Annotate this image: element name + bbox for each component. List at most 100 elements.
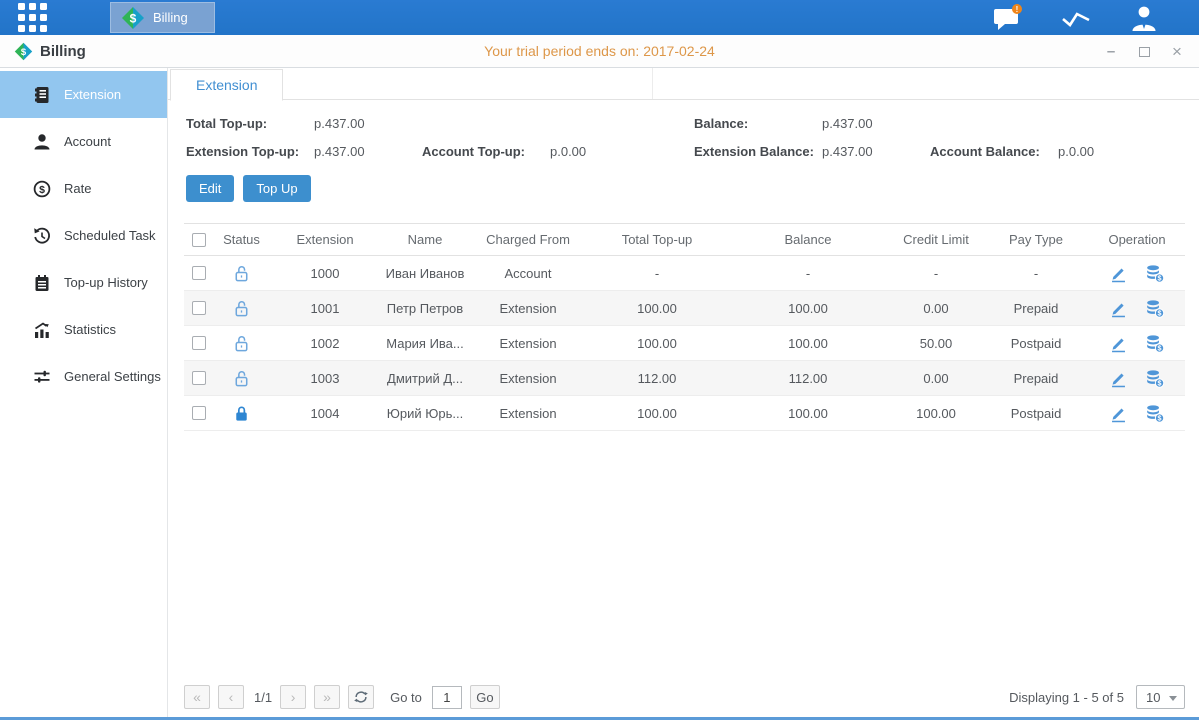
svg-text:$: $: [21, 47, 27, 58]
top-up-row-icon[interactable]: $: [1144, 404, 1165, 423]
row-checkbox[interactable]: [192, 406, 206, 420]
refresh-icon: [354, 690, 368, 704]
col-credit-limit: Credit Limit: [889, 224, 983, 255]
cell-pay-type: Postpaid: [983, 396, 1089, 430]
page-indicator: 1/1: [254, 690, 272, 705]
window-title-group: $ Billing: [0, 42, 86, 61]
sidebar-item-label: Scheduled Task: [64, 228, 156, 243]
billing-window-icon: $: [14, 42, 33, 61]
lock-open-icon[interactable]: [232, 369, 251, 388]
topup-history-ledger-icon: [33, 274, 51, 292]
row-checkbox[interactable]: [192, 336, 206, 350]
account-topup-label: Account Top-up:: [422, 144, 550, 159]
edit-row-icon[interactable]: [1109, 334, 1128, 353]
cell-charged-from: Extension: [469, 361, 587, 395]
first-page-button[interactable]: «: [184, 685, 210, 709]
maximize-button[interactable]: [1136, 44, 1152, 60]
sidebar-item-label: Top-up History: [64, 275, 148, 290]
cell-charged-from: Extension: [469, 326, 587, 360]
top-up-row-icon[interactable]: $: [1144, 299, 1165, 318]
cell-name: Мария Ива...: [381, 326, 469, 360]
row-checkbox[interactable]: [192, 266, 206, 280]
cell-name: Петр Петров: [381, 291, 469, 325]
cell-balance: -: [727, 256, 889, 290]
sidebar-item-account[interactable]: Account: [0, 118, 167, 165]
billing-diamond-icon: $: [121, 6, 145, 30]
next-page-button[interactable]: ›: [280, 685, 306, 709]
lock-open-icon[interactable]: [232, 264, 251, 283]
last-page-button[interactable]: »: [314, 685, 340, 709]
col-name: Name: [381, 224, 469, 255]
cell-total-topup: 100.00: [587, 326, 727, 360]
page-size-select[interactable]: 10: [1136, 685, 1185, 709]
table-row[interactable]: 1002 Мария Ива... Extension 100.00 100.0…: [184, 326, 1185, 361]
minimize-button[interactable]: –: [1103, 44, 1119, 60]
top-up-row-icon[interactable]: $: [1144, 264, 1165, 283]
sidebar-item-topup-history[interactable]: Top-up History: [0, 259, 167, 306]
notification-badge: !: [1016, 5, 1019, 14]
prev-page-button[interactable]: ‹: [218, 685, 244, 709]
toolbar: Edit Top Up: [186, 175, 1199, 202]
cell-credit-limit: 0.00: [889, 291, 983, 325]
taskbar-app-label: Billing: [153, 10, 188, 25]
lock-closed-icon[interactable]: [232, 404, 251, 423]
balance-value: p.437.00: [822, 116, 930, 131]
cell-extension: 1004: [269, 396, 381, 430]
tab-extension[interactable]: Extension: [170, 69, 283, 101]
maximize-glyph: [1139, 47, 1150, 57]
messages-icon[interactable]: !: [991, 3, 1025, 33]
cell-pay-type: Postpaid: [983, 326, 1089, 360]
select-all-checkbox[interactable]: [192, 233, 206, 247]
extension-topup-value: p.437.00: [314, 144, 422, 159]
sidebar-item-rate[interactable]: $ Rate: [0, 165, 167, 212]
go-to-input[interactable]: [432, 686, 462, 709]
cell-extension: 1002: [269, 326, 381, 360]
cell-extension: 1003: [269, 361, 381, 395]
cell-extension: 1001: [269, 291, 381, 325]
sidebar-item-general-settings[interactable]: General Settings: [0, 353, 167, 400]
go-to-label: Go to: [390, 690, 422, 705]
sidebar-item-extension[interactable]: Extension: [0, 71, 167, 118]
sidebar-item-statistics[interactable]: Statistics: [0, 306, 167, 353]
col-pay-type: Pay Type: [983, 224, 1089, 255]
resource-monitor-icon[interactable]: [1059, 3, 1093, 33]
svg-text:$: $: [1158, 309, 1162, 317]
edit-button[interactable]: Edit: [186, 175, 234, 202]
svg-text:$: $: [130, 11, 137, 25]
extension-table: Status Extension Name Charged From Total…: [184, 223, 1185, 431]
sidebar-item-label: General Settings: [64, 369, 161, 384]
row-checkbox[interactable]: [192, 301, 206, 315]
edit-row-icon[interactable]: [1109, 404, 1128, 423]
edit-row-icon[interactable]: [1109, 299, 1128, 318]
account-person-icon: [33, 133, 51, 151]
total-topup-value: p.437.00: [314, 116, 422, 131]
apps-grid-icon[interactable]: [0, 0, 64, 35]
cell-total-topup: 100.00: [587, 291, 727, 325]
account-balance-label: Account Balance:: [930, 144, 1058, 159]
scheduled-task-clock-icon: [33, 227, 51, 245]
top-up-row-icon[interactable]: $: [1144, 369, 1165, 388]
lock-open-icon[interactable]: [232, 334, 251, 353]
col-total-topup: Total Top-up: [587, 224, 727, 255]
taskbar-billing-button[interactable]: $ Billing: [110, 2, 215, 33]
table-row[interactable]: 1001 Петр Петров Extension 100.00 100.00…: [184, 291, 1185, 326]
svg-text:$: $: [1158, 344, 1162, 352]
table-row[interactable]: 1003 Дмитрий Д... Extension 112.00 112.0…: [184, 361, 1185, 396]
edit-row-icon[interactable]: [1109, 369, 1128, 388]
sidebar-item-scheduled-task[interactable]: Scheduled Task: [0, 212, 167, 259]
edit-row-icon[interactable]: [1109, 264, 1128, 283]
general-settings-sliders-icon: [33, 368, 51, 386]
refresh-button[interactable]: [348, 685, 374, 709]
table-row[interactable]: 1000 Иван Иванов Account - - - -: [184, 256, 1185, 291]
top-up-button[interactable]: Top Up: [243, 175, 310, 202]
col-charged-from: Charged From: [469, 224, 587, 255]
lock-open-icon[interactable]: [232, 299, 251, 318]
close-button[interactable]: ×: [1169, 44, 1185, 60]
table-row[interactable]: 1004 Юрий Юрь... Extension 100.00 100.00…: [184, 396, 1185, 431]
row-checkbox[interactable]: [192, 371, 206, 385]
go-button[interactable]: Go: [470, 685, 500, 709]
col-extension: Extension: [269, 224, 381, 255]
main-content: Extension Total Top-up: p.437.00 Extensi…: [168, 68, 1199, 717]
top-up-row-icon[interactable]: $: [1144, 334, 1165, 353]
user-account-icon[interactable]: [1127, 3, 1161, 33]
